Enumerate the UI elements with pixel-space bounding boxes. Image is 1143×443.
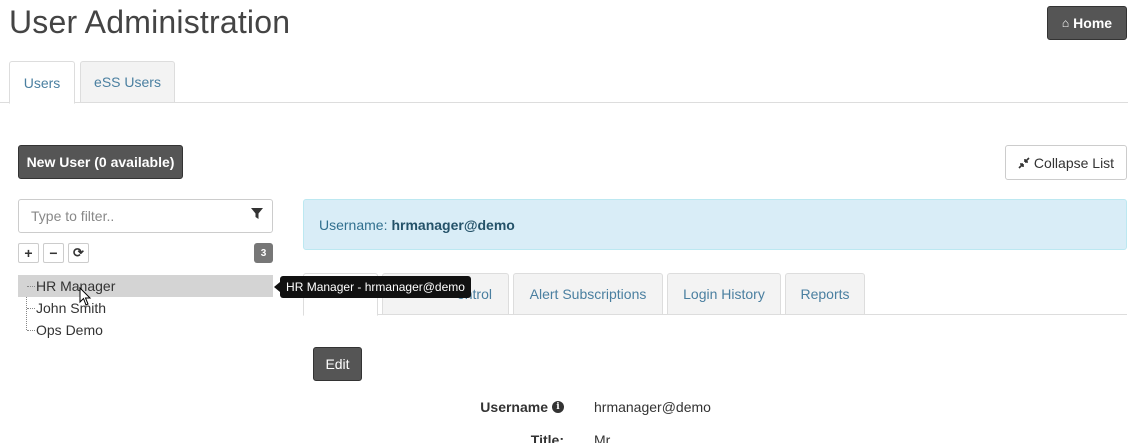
mouse-cursor-icon: [79, 287, 92, 306]
username-value: hrmanager@demo: [594, 399, 711, 415]
alert-label: Username:: [319, 216, 388, 233]
user-count-badge: 3: [254, 243, 273, 263]
title-label: Title:: [530, 432, 564, 443]
home-icon: ⌂: [1061, 16, 1070, 30]
compress-icon: [1018, 156, 1030, 169]
username-label-row: Username i: [470, 399, 564, 415]
username-alert: Username: hrmanager@demo: [303, 199, 1127, 250]
title-value: Mr: [594, 432, 611, 443]
tab-alert-subscriptions[interactable]: Alert Subscriptions: [513, 273, 663, 315]
alert-username: hrmanager@demo: [391, 216, 515, 233]
tree-item-tooltip: HR Manager - hrmanager@demo: [274, 276, 471, 298]
tab-login-history[interactable]: Login History: [667, 273, 781, 315]
tree-item-label: John Smith: [36, 300, 107, 316]
info-icon[interactable]: i: [552, 401, 564, 413]
username-label: Username: [480, 399, 548, 415]
main-tabs: Users eSS Users: [0, 61, 1128, 104]
tree-item-ops-demo[interactable]: Ops Demo: [18, 319, 273, 341]
tree-item-label: Ops Demo: [36, 322, 103, 338]
tree-item-john-smith[interactable]: John Smith: [18, 297, 273, 319]
filter-icon[interactable]: [251, 208, 263, 223]
home-button[interactable]: ⌂ Home: [1047, 6, 1127, 40]
new-user-button[interactable]: New User (0 available): [18, 145, 183, 179]
tab-ess-users[interactable]: eSS Users: [80, 61, 175, 103]
tree-item-label: HR Manager: [36, 278, 116, 294]
expand-all-button[interactable]: +: [18, 243, 39, 263]
home-button-label: Home: [1073, 15, 1113, 31]
filter-box: [18, 199, 273, 233]
user-tree: HR Manager John Smith Ops Demo: [18, 275, 273, 341]
refresh-button[interactable]: ⟳: [68, 243, 89, 263]
filter-input[interactable]: [19, 200, 239, 232]
page-title: User Administration: [9, 4, 291, 40]
collapse-list-button[interactable]: Collapse List: [1005, 145, 1127, 180]
edit-button[interactable]: Edit: [313, 347, 362, 381]
tree-item-hr-manager[interactable]: HR Manager: [18, 275, 273, 297]
tab-users[interactable]: Users: [9, 61, 75, 104]
collapse-list-label: Collapse List: [1033, 154, 1115, 171]
collapse-all-button[interactable]: −: [43, 243, 64, 263]
tab-reports[interactable]: Reports: [785, 273, 865, 315]
